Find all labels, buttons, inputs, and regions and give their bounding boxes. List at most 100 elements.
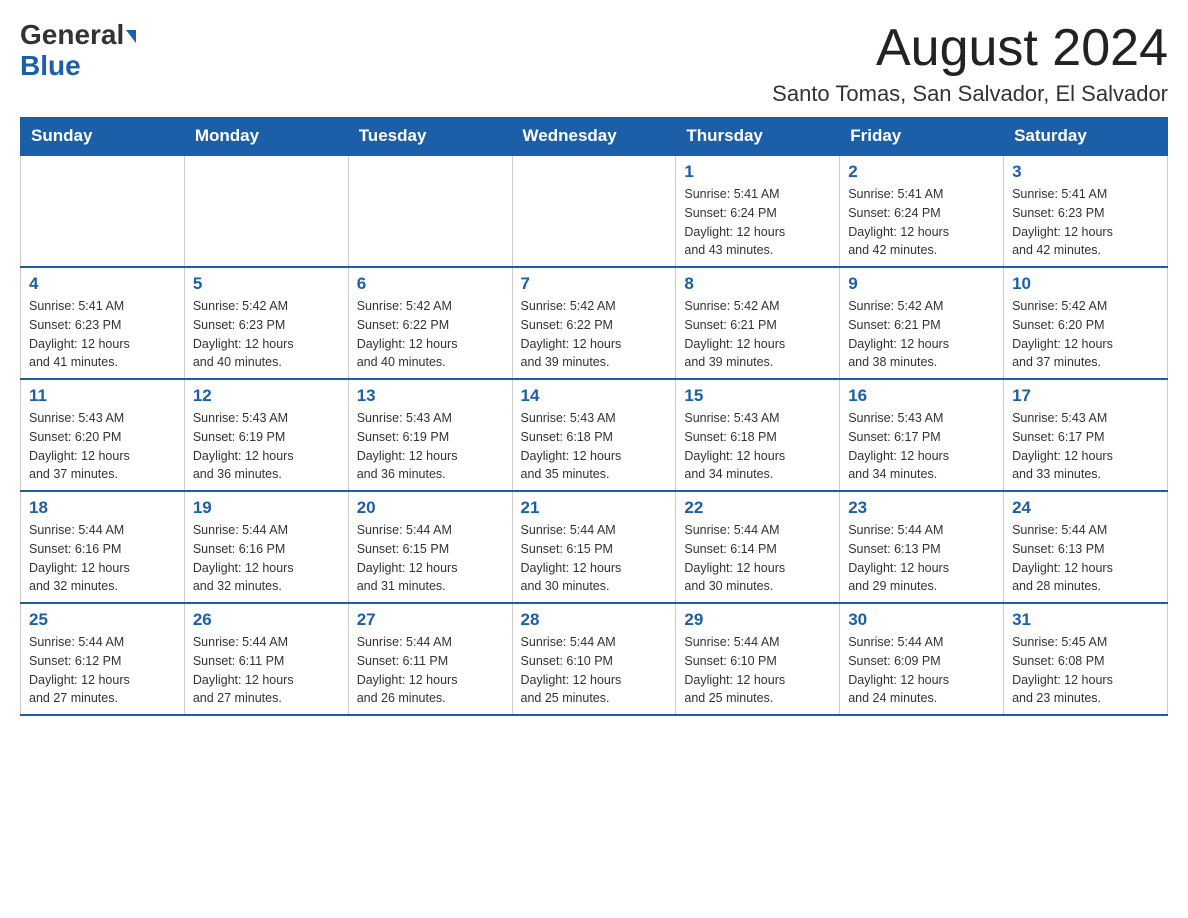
logo: GeneralBlue: [20, 20, 136, 82]
location-subtitle: Santo Tomas, San Salvador, El Salvador: [772, 81, 1168, 107]
month-title: August 2024: [772, 20, 1168, 77]
day-number: 20: [357, 498, 504, 518]
calendar-cell: 17 Sunrise: 5:43 AMSunset: 6:17 PMDayligh…: [1004, 379, 1168, 491]
calendar-cell: 16Sunrise: 5:43 AMSunset: 6:17 PMDayligh…: [840, 379, 1004, 491]
calendar-cell: 19 Sunrise: 5:44 AMSunset: 6:16 PMDayligh…: [184, 491, 348, 603]
calendar-header-monday: Monday: [184, 118, 348, 156]
day-info: Sunrise: 5:41 AMSunset: 6:23 PMDaylight:…: [29, 297, 176, 372]
calendar-cell: 4Sunrise: 5:41 AMSunset: 6:23 PMDaylight…: [21, 267, 185, 379]
day-info: Sunrise: 5:42 AMSunset: 6:21 PMDaylight:…: [848, 297, 995, 372]
calendar-cell: [348, 155, 512, 267]
logo-triangle-icon: [126, 30, 136, 43]
day-number: 18: [29, 498, 176, 518]
day-info: Sunrise: 5:43 AMSunset: 6:19 PMDaylight:…: [357, 409, 504, 484]
day-number: 27: [357, 610, 504, 630]
calendar-header-thursday: Thursday: [676, 118, 840, 156]
calendar-cell: 26Sunrise: 5:44 AMSunset: 6:11 PMDayligh…: [184, 603, 348, 715]
calendar-cell: 1 Sunrise: 5:41 AMSunset: 6:24 PMDaylight…: [676, 155, 840, 267]
day-info: Sunrise: 5:45 AMSunset: 6:08 PMDaylight:…: [1012, 633, 1159, 708]
day-number: 1: [684, 162, 831, 182]
calendar-cell: 21Sunrise: 5:44 AMSunset: 6:15 PMDayligh…: [512, 491, 676, 603]
day-info: Sunrise: 5:44 AMSunset: 6:16 PMDaylight:…: [29, 521, 176, 596]
day-info: Sunrise: 5:44 AMSunset: 6:13 PMDaylight:…: [848, 521, 995, 596]
calendar-header-row: SundayMondayTuesdayWednesdayThursdayFrid…: [21, 118, 1168, 156]
day-number: 5: [193, 274, 340, 294]
day-info: Sunrise: 5:43 AMSunset: 6:17 PMDaylight:…: [848, 409, 995, 484]
calendar-header-friday: Friday: [840, 118, 1004, 156]
title-area: August 2024 Santo Tomas, San Salvador, E…: [772, 20, 1168, 107]
day-info: Sunrise: 5:44 AMSunset: 6:09 PMDaylight:…: [848, 633, 995, 708]
day-number: 8: [684, 274, 831, 294]
day-number: 11: [29, 386, 176, 406]
calendar-cell: 10 Sunrise: 5:42 AMSunset: 6:20 PMDayligh…: [1004, 267, 1168, 379]
day-number: 30: [848, 610, 995, 630]
day-info: Sunrise: 5:44 AMSunset: 6:12 PMDaylight:…: [29, 633, 176, 708]
calendar-cell: 23 Sunrise: 5:44 AMSunset: 6:13 PMDayligh…: [840, 491, 1004, 603]
calendar-cell: 18 Sunrise: 5:44 AMSunset: 6:16 PMDayligh…: [21, 491, 185, 603]
day-info: Sunrise: 5:44 AMSunset: 6:10 PMDaylight:…: [521, 633, 668, 708]
day-number: 12: [193, 386, 340, 406]
calendar-cell: 14Sunrise: 5:43 AMSunset: 6:18 PMDayligh…: [512, 379, 676, 491]
calendar-cell: [512, 155, 676, 267]
day-info: Sunrise: 5:43 AMSunset: 6:18 PMDaylight:…: [684, 409, 831, 484]
day-info: Sunrise: 5:41 AMSunset: 6:24 PMDaylight:…: [684, 185, 831, 260]
calendar-cell: 2Sunrise: 5:41 AMSunset: 6:24 PMDaylight…: [840, 155, 1004, 267]
calendar-cell: 30 Sunrise: 5:44 AMSunset: 6:09 PMDayligh…: [840, 603, 1004, 715]
day-info: Sunrise: 5:44 AMSunset: 6:15 PMDaylight:…: [357, 521, 504, 596]
day-number: 17: [1012, 386, 1159, 406]
day-number: 19: [193, 498, 340, 518]
day-info: Sunrise: 5:43 AMSunset: 6:18 PMDaylight:…: [521, 409, 668, 484]
calendar-cell: 11Sunrise: 5:43 AMSunset: 6:20 PMDayligh…: [21, 379, 185, 491]
day-number: 29: [684, 610, 831, 630]
header: GeneralBlue August 2024 Santo Tomas, San…: [20, 20, 1168, 107]
calendar-cell: 3Sunrise: 5:41 AMSunset: 6:23 PMDaylight…: [1004, 155, 1168, 267]
calendar-cell: 29 Sunrise: 5:44 AMSunset: 6:10 PMDayligh…: [676, 603, 840, 715]
calendar-header-wednesday: Wednesday: [512, 118, 676, 156]
calendar-table: SundayMondayTuesdayWednesdayThursdayFrid…: [20, 117, 1168, 716]
day-info: Sunrise: 5:44 AMSunset: 6:14 PMDaylight:…: [684, 521, 831, 596]
day-number: 31: [1012, 610, 1159, 630]
day-info: Sunrise: 5:42 AMSunset: 6:21 PMDaylight:…: [684, 297, 831, 372]
day-info: Sunrise: 5:44 AMSunset: 6:15 PMDaylight:…: [521, 521, 668, 596]
logo-blue: Blue: [20, 50, 81, 81]
day-info: Sunrise: 5:44 AMSunset: 6:13 PMDaylight:…: [1012, 521, 1159, 596]
day-info: Sunrise: 5:44 AMSunset: 6:10 PMDaylight:…: [684, 633, 831, 708]
calendar-week-row: 4Sunrise: 5:41 AMSunset: 6:23 PMDaylight…: [21, 267, 1168, 379]
calendar-cell: [184, 155, 348, 267]
day-number: 6: [357, 274, 504, 294]
calendar-cell: 22 Sunrise: 5:44 AMSunset: 6:14 PMDayligh…: [676, 491, 840, 603]
calendar-cell: 8 Sunrise: 5:42 AMSunset: 6:21 PMDaylight…: [676, 267, 840, 379]
calendar-cell: 28 Sunrise: 5:44 AMSunset: 6:10 PMDayligh…: [512, 603, 676, 715]
day-number: 23: [848, 498, 995, 518]
day-number: 13: [357, 386, 504, 406]
day-number: 9: [848, 274, 995, 294]
day-number: 28: [521, 610, 668, 630]
day-info: Sunrise: 5:44 AMSunset: 6:11 PMDaylight:…: [357, 633, 504, 708]
calendar-week-row: 1 Sunrise: 5:41 AMSunset: 6:24 PMDaylight…: [21, 155, 1168, 267]
calendar-header-saturday: Saturday: [1004, 118, 1168, 156]
calendar-cell: 27 Sunrise: 5:44 AMSunset: 6:11 PMDayligh…: [348, 603, 512, 715]
day-info: Sunrise: 5:42 AMSunset: 6:23 PMDaylight:…: [193, 297, 340, 372]
logo-text: GeneralBlue: [20, 20, 136, 82]
calendar-cell: 12 Sunrise: 5:43 AMSunset: 6:19 PMDayligh…: [184, 379, 348, 491]
day-info: Sunrise: 5:41 AMSunset: 6:23 PMDaylight:…: [1012, 185, 1159, 260]
day-info: Sunrise: 5:43 AMSunset: 6:19 PMDaylight:…: [193, 409, 340, 484]
day-number: 24: [1012, 498, 1159, 518]
day-info: Sunrise: 5:43 AMSunset: 6:17 PMDaylight:…: [1012, 409, 1159, 484]
day-info: Sunrise: 5:42 AMSunset: 6:22 PMDaylight:…: [521, 297, 668, 372]
day-info: Sunrise: 5:44 AMSunset: 6:11 PMDaylight:…: [193, 633, 340, 708]
day-info: Sunrise: 5:42 AMSunset: 6:20 PMDaylight:…: [1012, 297, 1159, 372]
day-number: 10: [1012, 274, 1159, 294]
day-number: 22: [684, 498, 831, 518]
calendar-cell: 5 Sunrise: 5:42 AMSunset: 6:23 PMDaylight…: [184, 267, 348, 379]
day-info: Sunrise: 5:42 AMSunset: 6:22 PMDaylight:…: [357, 297, 504, 372]
day-info: Sunrise: 5:44 AMSunset: 6:16 PMDaylight:…: [193, 521, 340, 596]
calendar-cell: 13 Sunrise: 5:43 AMSunset: 6:19 PMDayligh…: [348, 379, 512, 491]
calendar-cell: 31 Sunrise: 5:45 AMSunset: 6:08 PMDayligh…: [1004, 603, 1168, 715]
calendar-week-row: 18 Sunrise: 5:44 AMSunset: 6:16 PMDayligh…: [21, 491, 1168, 603]
day-number: 25: [29, 610, 176, 630]
calendar-cell: 20 Sunrise: 5:44 AMSunset: 6:15 PMDayligh…: [348, 491, 512, 603]
calendar-week-row: 25 Sunrise: 5:44 AMSunset: 6:12 PMDayligh…: [21, 603, 1168, 715]
day-number: 15: [684, 386, 831, 406]
calendar-header-sunday: Sunday: [21, 118, 185, 156]
